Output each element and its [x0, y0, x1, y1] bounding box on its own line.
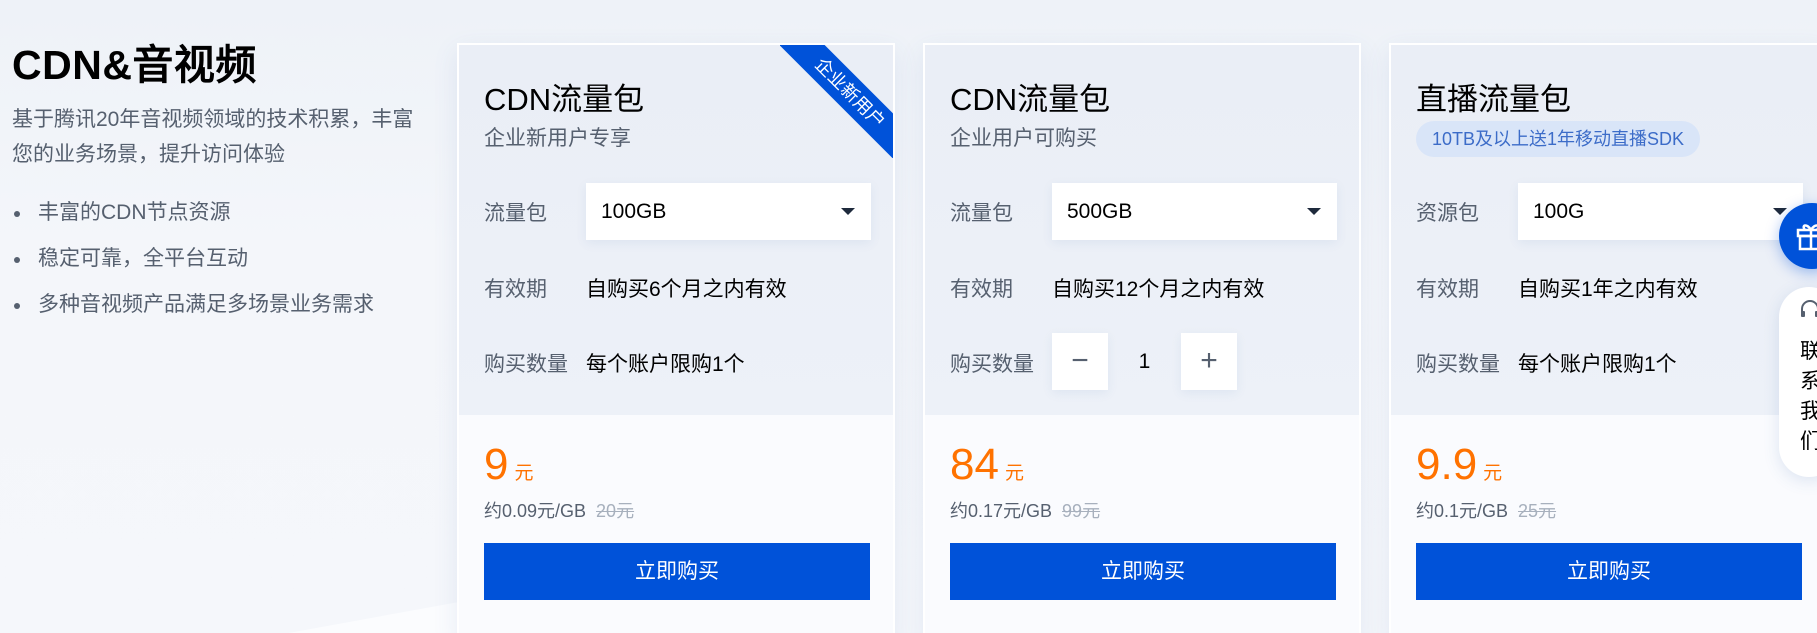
card-title: CDN流量包 [484, 82, 645, 117]
price-amount: 9 [484, 440, 509, 489]
quantity-label: 购买数量 [950, 353, 1034, 376]
intro-title: CDN&音视频 [12, 42, 257, 88]
original-price: 25元 [1518, 501, 1557, 521]
unit-price: 约0.09元/GB 20元 [484, 497, 634, 523]
promo-tag: 10TB及以上送1年移动直播SDK [1416, 121, 1701, 157]
headset-icon [1801, 300, 1817, 317]
original-price: 99元 [1062, 501, 1101, 521]
quantity-stepper: − 1 + [1052, 333, 1237, 390]
buy-now-button[interactable]: 立即购买 [1416, 543, 1802, 600]
validity-label: 有效期 [950, 278, 1013, 301]
feature-item: 多种音视频产品满足多场景业务需求 [12, 282, 412, 328]
quantity-input[interactable]: 1 [1112, 333, 1177, 390]
package-select-value: 100G [1533, 200, 1585, 223]
card-title: CDN流量包 [950, 82, 1111, 117]
validity-value: 自购买1年之内有效 [1518, 278, 1698, 301]
background-decoration [250, 600, 470, 633]
card-title: 直播流量包 [1416, 82, 1571, 117]
quantity-value: 每个账户限购1个 [586, 353, 745, 376]
product-card-live-streaming: 直播流量包 10TB及以上送1年移动直播SDK 资源包 100G 有效期 自购买… [1389, 43, 1817, 633]
validity-label: 有效期 [1416, 278, 1479, 301]
intro-section: CDN&音视频 基于腾讯20年音视频领域的技术积累，丰富您的业务场景，提升访问体… [12, 40, 413, 328]
package-select-value: 100GB [601, 200, 667, 223]
contact-us-label: 联系我们 [1800, 340, 1817, 453]
quantity-label: 购买数量 [484, 353, 568, 376]
increment-button[interactable]: + [1181, 333, 1237, 390]
package-select-value: 500GB [1067, 200, 1133, 223]
chevron-down-icon [841, 208, 855, 215]
price-unit: 元 [1004, 463, 1024, 484]
chevron-down-icon [1773, 208, 1787, 215]
price-amount: 9.9 [1416, 440, 1478, 489]
decrement-button[interactable]: − [1052, 333, 1108, 390]
product-card-cdn-enterprise: CDN流量包 企业用户可购买 流量包 500GB 有效期 自购买12个月之内有效… [923, 43, 1361, 633]
validity-label: 有效期 [484, 278, 547, 301]
unit-price-text: 约0.17元/GB [950, 501, 1053, 521]
package-label: 流量包 [950, 202, 1013, 225]
price: 9.9 元 [1416, 440, 1502, 490]
package-select[interactable]: 100G [1518, 183, 1803, 240]
validity-value: 自购买6个月之内有效 [586, 278, 787, 301]
ribbon-label: 企业新用户 [780, 45, 893, 158]
feature-list: 丰富的CDN节点资源 稳定可靠，全平台互动 多种音视频产品满足多场景业务需求 [12, 190, 412, 328]
quantity-value: 每个账户限购1个 [1518, 353, 1677, 376]
price-unit: 元 [514, 463, 534, 484]
card-subtitle: 企业新用户专享 [484, 127, 631, 150]
new-user-ribbon: 企业新用户 [780, 45, 893, 158]
buy-now-button[interactable]: 立即购买 [484, 543, 870, 600]
price: 9元 [484, 440, 534, 490]
contact-us-float[interactable]: 联系我们 [1779, 287, 1817, 477]
package-label: 流量包 [484, 202, 547, 225]
price-unit: 元 [1483, 463, 1503, 484]
product-card-cdn-new-user: 企业新用户 CDN流量包 企业新用户专享 流量包 100GB 有效期 自购买6个… [457, 43, 895, 633]
unit-price-text: 约0.1元/GB [1416, 501, 1509, 521]
package-label: 资源包 [1416, 202, 1479, 225]
unit-price: 约0.1元/GB 25元 [1416, 497, 1556, 523]
card-subtitle: 企业用户可购买 [950, 127, 1097, 150]
buy-now-button[interactable]: 立即购买 [950, 543, 1336, 600]
intro-description: 基于腾讯20年音视频领域的技术积累，丰富您的业务场景，提升访问体验 [12, 108, 414, 166]
feature-item: 丰富的CDN节点资源 [12, 190, 412, 236]
price-amount: 84 [950, 440, 999, 489]
unit-price-text: 约0.09元/GB [484, 501, 587, 521]
package-select[interactable]: 500GB [1052, 183, 1337, 240]
package-select[interactable]: 100GB [586, 183, 871, 240]
price: 84 元 [950, 440, 1024, 490]
chevron-down-icon [1307, 208, 1321, 215]
original-price: 20元 [596, 501, 635, 521]
feature-item: 稳定可靠，全平台互动 [12, 236, 412, 282]
validity-value: 自购买12个月之内有效 [1052, 278, 1265, 301]
unit-price: 约0.17元/GB 99元 [950, 497, 1100, 523]
quantity-label: 购买数量 [1416, 353, 1500, 376]
gift-icon [1796, 224, 1817, 251]
